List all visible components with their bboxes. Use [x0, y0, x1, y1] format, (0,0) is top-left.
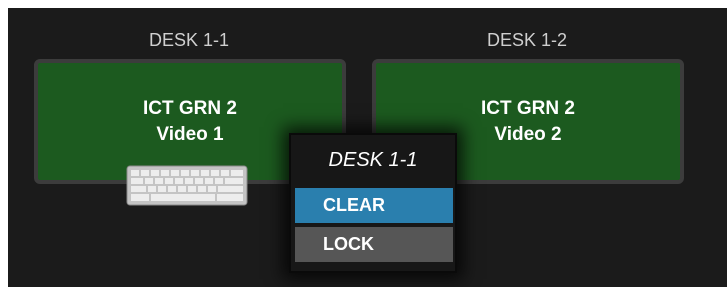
desk-context-menu: DESK 1-1 CLEAR LOCK [289, 133, 457, 273]
tile-source: ICT GRN 2 [143, 98, 237, 119]
context-menu-title: DESK 1-1 [328, 149, 418, 171]
keyboard-icon [126, 165, 248, 206]
desk-label-1-2: DESK 1-2 [486, 30, 568, 50]
desk-label-1-1: DESK 1-1 [148, 30, 230, 50]
menu-item-clear[interactable]: CLEAR [295, 188, 453, 223]
tile-source: ICT GRN 2 [481, 98, 575, 119]
menu-item-lock[interactable]: LOCK [295, 227, 453, 262]
